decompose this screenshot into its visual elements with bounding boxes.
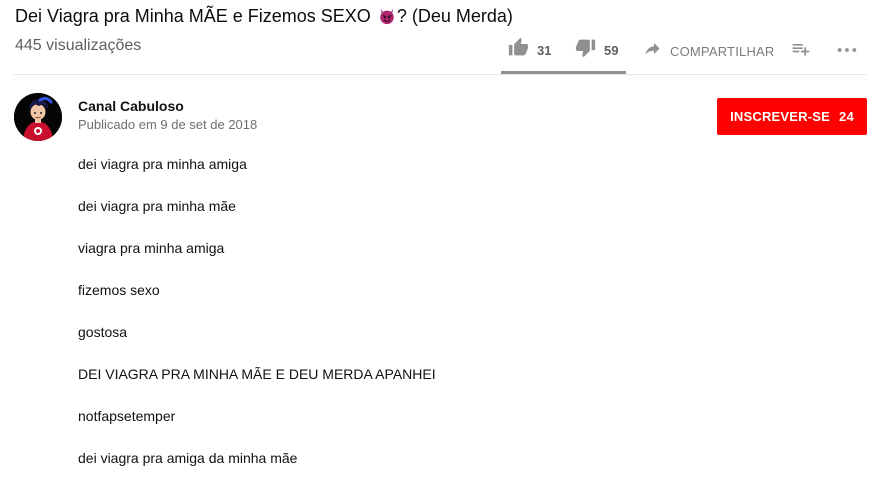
description-line: fizemos sexo: [78, 282, 160, 298]
channel-avatar[interactable]: [14, 93, 62, 141]
like-count: 31: [537, 42, 552, 58]
video-title-suffix: ? (Deu Merda): [396, 6, 513, 26]
subscriber-count: 24: [839, 109, 854, 124]
more-icon: [836, 40, 858, 65]
description-line: dei viagra pra minha amiga: [78, 156, 247, 172]
video-description: dei viagra pra minha amiga dei viagra pr…: [78, 155, 436, 491]
like-icon: [508, 37, 529, 63]
description-line: viagra pra minha amiga: [78, 240, 225, 256]
dislike-count: 59: [604, 42, 619, 58]
description-line: dei viagra pra amiga da minha mãe: [78, 450, 298, 466]
add-to-playlist-button[interactable]: [791, 39, 811, 64]
dislike-icon: [575, 37, 596, 63]
share-icon: [643, 39, 662, 63]
share-label: COMPARTILHAR: [670, 43, 775, 59]
subscribe-label: INSCREVER-SE: [730, 109, 831, 124]
description-line: DEI VIAGRA PRA MINHA MÃE E DEU MERDA APA…: [78, 366, 436, 382]
devil-face-icon: [378, 7, 396, 31]
subscribe-button[interactable]: INSCREVER-SE 24: [717, 98, 867, 135]
video-title-text: Dei Viagra pra Minha MÃE e Fizemos SEXO: [15, 6, 376, 26]
like-button[interactable]: 31: [508, 37, 551, 63]
video-title: Dei Viagra pra Minha MÃE e Fizemos SEXO …: [15, 4, 513, 31]
publish-date: Publicado em 9 de set de 2018: [78, 117, 258, 132]
channel-name[interactable]: Canal Cabuloso: [78, 98, 184, 114]
video-actions-bar: 31 59 COMPARTILHAR: [0, 34, 876, 64]
description-line: notfapsetemper: [78, 408, 176, 424]
add-to-playlist-icon: [791, 39, 811, 64]
divider: [14, 74, 866, 75]
more-actions-button[interactable]: [836, 40, 858, 65]
description-line: dei viagra pra minha mãe: [78, 198, 236, 214]
share-button[interactable]: COMPARTILHAR: [643, 39, 775, 63]
dislike-button[interactable]: 59: [575, 37, 618, 63]
description-line: gostosa: [78, 324, 128, 340]
